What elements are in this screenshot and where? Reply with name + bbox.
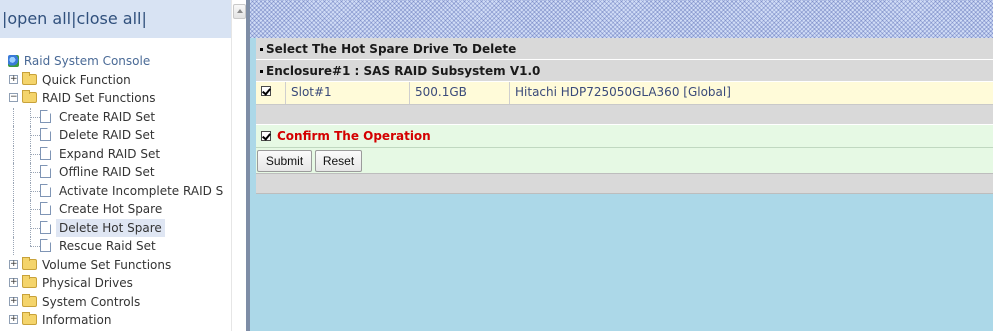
folder-icon	[22, 293, 37, 307]
drive-checkbox-cell	[256, 82, 285, 104]
tree-item-label: RAID Set Functions	[42, 91, 156, 105]
folder-icon	[22, 312, 37, 325]
tree-item-create-hot-spare[interactable]: Create Hot Spare	[0, 200, 231, 219]
tree-root[interactable]: Raid System Console	[0, 52, 231, 71]
hot-spare-delete-panel: Select The Hot Spare Drive To Delete Enc…	[256, 38, 993, 194]
page-icon	[40, 220, 51, 234]
panel-title-row: Select The Hot Spare Drive To Delete	[256, 38, 993, 60]
tree-item-label: Create RAID Set	[59, 109, 156, 124]
tree-item-label: System Controls	[42, 294, 141, 309]
tree-item-label: Quick Function	[42, 72, 131, 87]
tree-item-create-raid-set[interactable]: Create RAID Set	[0, 107, 231, 127]
action-buttons-row: Submit Reset	[256, 148, 993, 174]
tree-item-volume-set-functions[interactable]: + Volume Set Functions	[0, 256, 231, 275]
tree-root-label: Raid System Console	[23, 54, 151, 68]
drive-capacity: 500.1GB	[409, 82, 509, 104]
folder-icon	[22, 275, 37, 288]
tree-item-label: Volume Set Functions	[42, 257, 172, 272]
expand-plus-icon[interactable]: +	[9, 315, 18, 324]
tree-item-raid-set-functions[interactable]: − RAID Set Functions	[0, 89, 231, 108]
tree-item-system-controls[interactable]: + System Controls	[0, 293, 231, 312]
tree-item-label: Activate Incomplete RAID S	[59, 183, 224, 198]
confirm-label: Confirm The Operation	[277, 129, 431, 143]
navigation-frame: |open all|close all| Raid System Console…	[0, 0, 246, 331]
enclosure-header-row: Enclosure#1 : SAS RAID Subsystem V1.0	[256, 60, 993, 82]
folder-icon	[22, 256, 37, 270]
tree-item-expand-raid-set[interactable]: Expand RAID Set	[0, 144, 231, 164]
confirm-checkbox[interactable]	[261, 131, 271, 141]
expand-plus-icon[interactable]: +	[9, 278, 18, 287]
expand-plus-icon[interactable]: +	[9, 296, 18, 306]
collapse-minus-icon[interactable]: −	[9, 93, 18, 102]
folder-open-icon	[22, 90, 37, 103]
separator: |	[141, 9, 147, 28]
tree-item-quick-function[interactable]: + Quick Function	[0, 71, 231, 90]
tree-item-rescue-raid-set[interactable]: Rescue Raid Set	[0, 237, 231, 256]
console-icon	[8, 55, 19, 67]
expand-plus-icon[interactable]: +	[9, 259, 18, 269]
close-all-link[interactable]: close all	[77, 9, 142, 28]
expand-plus-icon[interactable]: +	[9, 74, 18, 84]
tree-item-label: Offline RAID Set	[59, 165, 155, 179]
bullet-icon	[260, 70, 263, 73]
tree-item-information[interactable]: + Information	[0, 311, 231, 330]
tree-item-offline-raid-set[interactable]: Offline RAID Set	[0, 163, 231, 182]
page-icon	[40, 183, 51, 197]
navigation-tree: Raid System Console + Quick Function − R…	[0, 52, 231, 330]
open-close-bar: |open all|close all|	[0, 0, 231, 38]
vertical-scrollbar[interactable]	[231, 0, 246, 331]
drive-model: Hitachi HDP725050GLA360 [Global]	[509, 82, 993, 104]
tree-item-label: Information	[42, 313, 112, 327]
header-pattern-band	[250, 0, 993, 38]
page-icon	[40, 165, 51, 178]
drive-select-checkbox[interactable]	[261, 86, 271, 96]
content-frame: Select The Hot Spare Drive To Delete Enc…	[246, 0, 993, 331]
page-icon	[40, 109, 51, 123]
tree-item-delete-raid-set[interactable]: Delete RAID Set	[0, 126, 231, 145]
tree-item-label: Create Hot Spare	[59, 202, 163, 216]
page-icon	[40, 202, 51, 215]
panel-title: Select The Hot Spare Drive To Delete	[266, 42, 517, 56]
page-icon	[40, 128, 51, 141]
page-icon	[40, 239, 51, 252]
spacer-row	[256, 105, 993, 125]
tree-item-delete-hot-spare[interactable]: Delete Hot Spare	[0, 218, 231, 238]
page-icon	[40, 146, 51, 160]
tree-item-physical-drives[interactable]: + Physical Drives	[0, 274, 231, 293]
panel-footer-row	[256, 174, 993, 194]
table-row[interactable]: Slot#1 500.1GB Hitachi HDP725050GLA360 […	[256, 82, 993, 105]
reset-button[interactable]: Reset	[315, 150, 362, 172]
confirm-row: Confirm The Operation	[256, 125, 993, 148]
tree-item-activate-incomplete-raid-set[interactable]: Activate Incomplete RAID S	[0, 181, 231, 201]
tree-item-label: Delete RAID Set	[59, 128, 155, 142]
tree-item-label: Rescue Raid Set	[59, 239, 156, 253]
folder-icon	[22, 71, 37, 85]
tree-item-label: Expand RAID Set	[59, 146, 161, 161]
drive-slot: Slot#1	[285, 82, 409, 104]
submit-button[interactable]: Submit	[257, 150, 312, 172]
enclosure-title: Enclosure#1 : SAS RAID Subsystem V1.0	[266, 64, 541, 78]
scroll-up-arrow-icon[interactable]	[233, 4, 246, 19]
open-all-link[interactable]: open all	[7, 9, 71, 28]
tree-item-label-selected: Delete Hot Spare	[56, 218, 165, 237]
bullet-icon	[260, 48, 263, 51]
tree-item-label: Physical Drives	[42, 276, 133, 290]
